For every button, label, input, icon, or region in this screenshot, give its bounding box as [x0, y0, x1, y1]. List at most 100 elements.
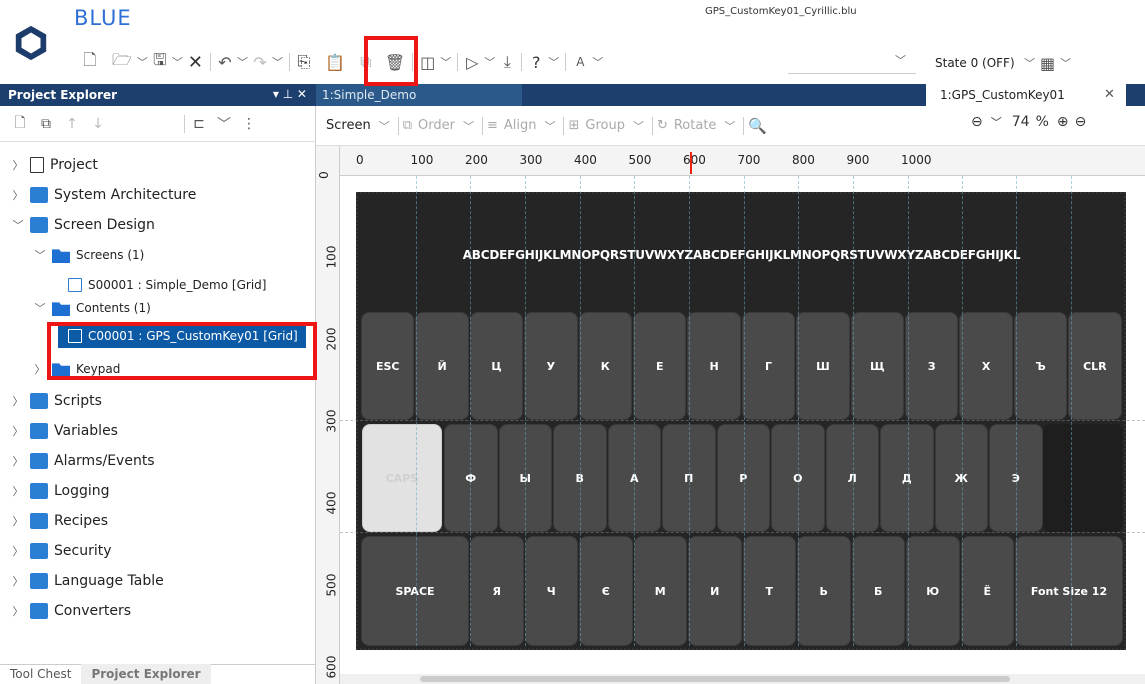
- grid-layout-icon[interactable]: ◫: [417, 49, 438, 75]
- key-й[interactable]: Й: [415, 312, 469, 420]
- chevron-right-icon[interactable]: 〉: [10, 453, 26, 469]
- save-icon[interactable]: 🖫: [150, 49, 170, 75]
- tree-item-variables[interactable]: 〉 Variables: [10, 416, 118, 446]
- align-dropdown[interactable]: ≡ Align ﹀: [487, 118, 556, 134]
- zoom-out-icon[interactable]: ⊖: [971, 114, 983, 130]
- keyboard-key[interactable]: Т: [742, 536, 796, 646]
- order-dropdown[interactable]: ⧉ Order ﹀: [403, 118, 474, 134]
- collapse-icon[interactable]: ⊏: [189, 111, 209, 137]
- chevron-down-icon[interactable]: ﹀: [590, 49, 605, 75]
- chevron-down-icon[interactable]: ﹀: [135, 49, 150, 75]
- tree-item-contents[interactable]: ﹀ Contents (1): [32, 300, 151, 316]
- key-г[interactable]: Г: [741, 312, 796, 420]
- chevron-down-icon[interactable]: ﹀: [235, 49, 250, 75]
- key-у[interactable]: У: [524, 312, 578, 420]
- key-е[interactable]: Е: [633, 312, 687, 420]
- key-clr[interactable]: CLR: [1068, 312, 1122, 420]
- tree-item-system-architecture[interactable]: 〉 System Architecture: [10, 180, 196, 210]
- key-з[interactable]: З: [905, 312, 959, 420]
- key-font-size[interactable]: Font Size 12: [1015, 536, 1123, 646]
- chevron-right-icon[interactable]: 〉: [10, 393, 26, 409]
- table-view-icon[interactable]: ▦: [1037, 50, 1058, 76]
- key-esc[interactable]: ESC: [361, 312, 415, 420]
- new-file-icon[interactable]: 🗋: [80, 49, 100, 75]
- help-icon[interactable]: ?: [526, 49, 546, 75]
- tree-item-project[interactable]: 〉 Project: [10, 150, 98, 180]
- chevron-right-icon[interactable]: 〉: [10, 573, 26, 589]
- chevron-right-icon[interactable]: 〉: [10, 513, 26, 529]
- chevron-down-icon[interactable]: ﹀: [32, 300, 48, 316]
- scrollbar-thumb[interactable]: [420, 676, 1010, 682]
- open-folder-icon[interactable]: 🗁: [109, 49, 135, 75]
- chevron-down-icon[interactable]: ﹀: [991, 114, 1002, 130]
- keyboard-key[interactable]: Д: [880, 424, 934, 532]
- key-х[interactable]: Х: [959, 312, 1013, 420]
- copy-item-icon[interactable]: ⧉: [36, 111, 56, 137]
- tab-simple-demo[interactable]: 1:Simple_Demo: [316, 84, 522, 106]
- more-options-icon[interactable]: ⋮: [239, 111, 259, 137]
- keyboard-key[interactable]: Ё: [960, 536, 1014, 646]
- new-item-icon[interactable]: 🗋: [10, 111, 30, 137]
- chevron-down-icon[interactable]: ﹀: [10, 217, 26, 233]
- keyboard-key[interactable]: Є: [579, 536, 633, 646]
- panel-pin-icon[interactable]: ▾ ⊥ ✕: [273, 87, 307, 101]
- chevron-down-icon[interactable]: ﹀: [170, 49, 185, 75]
- tree-item-screens[interactable]: ﹀ Screens (1): [32, 240, 144, 270]
- move-up-icon[interactable]: ↑: [62, 111, 82, 137]
- screen-dropdown[interactable]: Screen ﹀: [326, 118, 390, 134]
- keyboard-key[interactable]: Б: [851, 536, 905, 646]
- chevron-right-icon[interactable]: 〉: [10, 543, 26, 559]
- rotate-dropdown[interactable]: ↻ Rotate ﹀: [657, 118, 735, 134]
- tree-item-language-table[interactable]: 〉 Language Table: [10, 566, 164, 596]
- tab-gps-customkey01[interactable]: 1:GPS_CustomKey01: [926, 84, 1126, 106]
- play-icon[interactable]: ▷: [462, 49, 482, 75]
- keyboard-key[interactable]: Ч: [524, 536, 578, 646]
- tree-item-screen-design[interactable]: ﹀ Screen Design: [10, 210, 155, 240]
- copy-icon[interactable]: ⎘: [294, 49, 314, 75]
- keyboard-key[interactable]: Ю: [906, 536, 960, 646]
- chevron-down-icon[interactable]: ﹀: [482, 49, 497, 75]
- chevron-down-icon[interactable]: ﹀: [895, 52, 906, 68]
- chevron-down-icon[interactable]: ﹀: [1022, 50, 1037, 76]
- key-blank[interactable]: [1043, 424, 1123, 532]
- undo-icon[interactable]: ↶: [215, 49, 235, 75]
- tree-item-recipes[interactable]: 〉 Recipes: [10, 506, 108, 536]
- tree-item-logging[interactable]: 〉 Logging: [10, 476, 110, 506]
- tree-item-security[interactable]: 〉 Security: [10, 536, 112, 566]
- key-ш[interactable]: Ш: [796, 312, 850, 420]
- chevron-down-icon[interactable]: ﹀: [270, 49, 285, 75]
- chevron-right-icon[interactable]: 〉: [10, 603, 26, 619]
- close-icon[interactable]: ✕: [1104, 87, 1115, 102]
- keyboard-key[interactable]: Ь: [797, 536, 851, 646]
- key-щ[interactable]: Щ: [850, 312, 904, 420]
- tree-item-simple-demo[interactable]: S00001 : Simple_Demo [Grid]: [64, 270, 266, 300]
- key-к[interactable]: К: [578, 312, 632, 420]
- zoom-fit-icon[interactable]: ⊖: [1075, 114, 1087, 130]
- zoom-value[interactable]: 74: [1012, 114, 1030, 130]
- zoom-in-icon[interactable]: ⊕: [1057, 114, 1069, 130]
- close-icon[interactable]: ✕: [185, 49, 206, 75]
- tree-item-alarms-events[interactable]: 〉 Alarms/Events: [10, 446, 155, 476]
- keyboard-key[interactable]: Я: [470, 536, 524, 646]
- chevron-down-icon[interactable]: ﹀: [546, 49, 561, 75]
- move-down-icon[interactable]: ↓: [88, 111, 108, 137]
- key-space[interactable]: SPACE: [361, 536, 469, 646]
- group-dropdown[interactable]: ⊞ Group ﹀: [568, 118, 643, 134]
- horizontal-scrollbar[interactable]: [340, 674, 1145, 684]
- keyboard-key[interactable]: М: [633, 536, 687, 646]
- font-icon[interactable]: A: [570, 49, 590, 75]
- chevron-down-icon[interactable]: ﹀: [438, 49, 453, 75]
- find-icon[interactable]: 🔍: [748, 117, 767, 135]
- tree-item-converters[interactable]: 〉 Converters: [10, 596, 131, 626]
- chevron-right-icon[interactable]: 〉: [10, 157, 26, 173]
- chevron-right-icon[interactable]: 〉: [10, 423, 26, 439]
- tab-project-explorer[interactable]: Project Explorer: [81, 664, 211, 684]
- key-caps[interactable]: CAPS: [362, 424, 442, 532]
- chevron-down-icon[interactable]: ﹀: [32, 247, 48, 263]
- chevron-down-icon[interactable]: ﹀: [1058, 50, 1073, 76]
- chevron-right-icon[interactable]: 〉: [10, 187, 26, 203]
- redo-icon[interactable]: ↷: [250, 49, 270, 75]
- keyboard-key[interactable]: И: [688, 536, 742, 646]
- download-icon[interactable]: ⤓: [497, 49, 517, 75]
- chevron-right-icon[interactable]: 〉: [10, 483, 26, 499]
